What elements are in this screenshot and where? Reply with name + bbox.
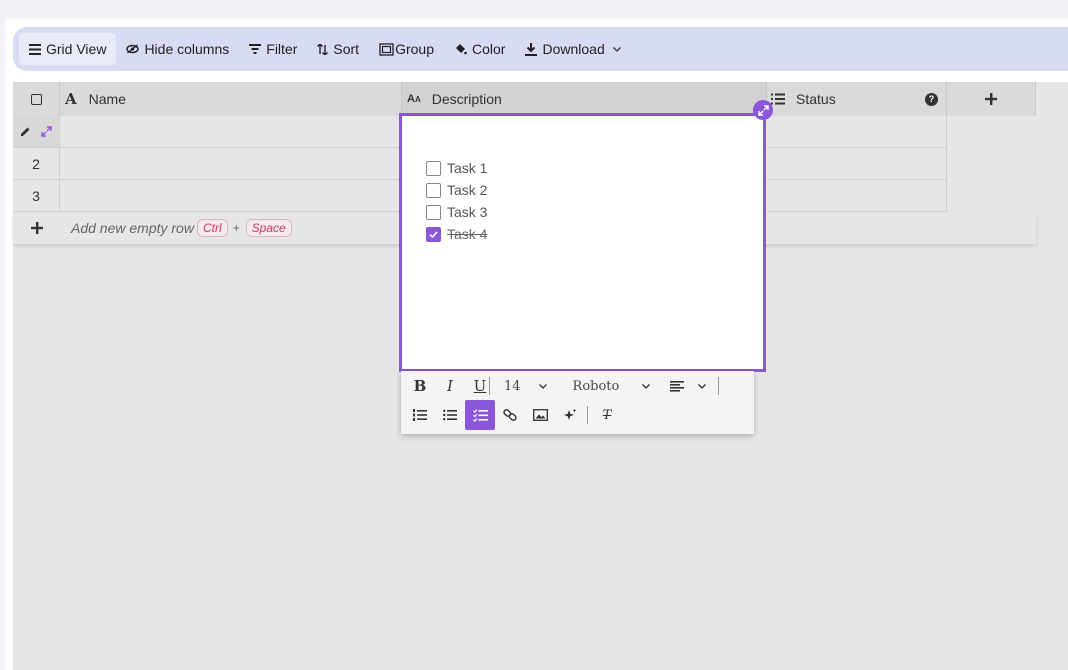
row-number: 3 — [32, 187, 40, 204]
description-editor[interactable] — [399, 113, 766, 372]
group-icon — [379, 42, 394, 56]
task-item[interactable]: Task 1 — [426, 160, 487, 176]
task-label: Task 2 — [447, 182, 488, 198]
task-label: Task 1 — [447, 160, 488, 176]
download-button[interactable]: Download — [515, 33, 630, 65]
ai-assist-button[interactable] — [555, 400, 585, 430]
insert-link-button[interactable] — [495, 400, 525, 430]
filter-button[interactable]: Filter — [239, 33, 307, 65]
chevron-down-icon — [698, 383, 707, 389]
shortcut-ctrl-key: Ctrl — [196, 219, 228, 237]
grid-view-label: Grid View — [46, 41, 107, 57]
row-2-status-cell[interactable] — [767, 148, 947, 180]
font-size-value: 14 — [504, 378, 521, 394]
filter-label: Filter — [266, 41, 298, 57]
row-3-number[interactable]: 3 — [13, 180, 60, 212]
checklist-icon — [472, 408, 488, 422]
color-label: Color — [472, 41, 506, 57]
row-number: 2 — [32, 155, 40, 172]
group-button[interactable]: Group — [369, 33, 444, 65]
image-icon — [532, 409, 548, 421]
plus-icon — [985, 93, 997, 105]
select-all-header — [13, 82, 60, 116]
chevron-down-icon[interactable] — [612, 46, 621, 52]
add-row-plus-icon[interactable] — [13, 222, 60, 234]
select-all-checkbox[interactable] — [30, 93, 42, 105]
column-status-label: Status — [796, 91, 836, 107]
row-3-status-cell[interactable] — [767, 180, 947, 212]
row-1-status-cell[interactable] — [767, 116, 947, 148]
color-button[interactable]: Color — [444, 33, 515, 65]
task-label: Task 3 — [447, 204, 488, 220]
task-item[interactable]: Task 2 — [426, 182, 487, 198]
font-family-select[interactable]: Roboto — [573, 379, 651, 394]
grid-view-button[interactable]: Grid View — [19, 33, 117, 65]
task-checkbox[interactable] — [426, 204, 441, 220]
text-type-icon: A — [65, 90, 77, 108]
column-name-label: Name — [88, 91, 126, 107]
task-checkbox-checked[interactable] — [426, 226, 441, 242]
toolbar-divider — [587, 406, 588, 424]
row-3-name-cell[interactable] — [60, 180, 402, 212]
row-1-name-cell[interactable] — [60, 116, 402, 148]
clear-format-button[interactable]: T — [592, 400, 622, 430]
task-item[interactable]: Task 4 — [426, 226, 487, 242]
hide-columns-label: Hide columns — [144, 41, 230, 57]
add-column-button[interactable] — [947, 82, 1036, 116]
italic-button[interactable]: I — [435, 371, 465, 401]
sort-button[interactable]: Sort — [307, 33, 369, 65]
shortcut-space-key: Space — [245, 219, 292, 237]
task-list-button[interactable] — [465, 400, 495, 430]
sparkle-icon — [564, 408, 577, 420]
sort-label: Sort — [333, 41, 360, 57]
column-description-label: Description — [431, 91, 502, 107]
row-2-name-cell[interactable] — [60, 148, 402, 180]
task-checkbox[interactable] — [426, 182, 441, 198]
task-label: Task 4 — [447, 226, 488, 242]
column-header-name[interactable]: A Name — [60, 82, 402, 116]
expand-row-icon[interactable] — [41, 126, 52, 137]
list-icon — [771, 93, 785, 105]
ordered-list-icon — [413, 409, 427, 421]
paint-bucket-icon — [456, 44, 467, 55]
bold-button[interactable]: B — [405, 371, 435, 401]
column-header-description[interactable]: AA Description — [402, 82, 767, 116]
align-left-icon — [670, 380, 685, 392]
align-select[interactable] — [670, 380, 707, 392]
font-size-select[interactable]: 14 — [504, 379, 547, 394]
row-2-number[interactable]: 2 — [13, 148, 60, 180]
check-icon — [429, 230, 438, 238]
add-row-label: Add new empty row — [71, 220, 194, 236]
link-icon — [503, 409, 517, 421]
chevron-down-icon — [538, 383, 547, 389]
bullet-list-button[interactable] — [435, 400, 465, 430]
insert-image-button[interactable] — [525, 400, 555, 430]
underline-button[interactable]: U — [465, 371, 495, 401]
download-label: Download — [542, 41, 605, 57]
ordered-list-button[interactable] — [405, 400, 435, 430]
toolbar-divider — [489, 377, 490, 395]
task-item[interactable]: Task 3 — [426, 204, 487, 220]
toolbar-divider — [718, 377, 720, 395]
expand-editor-icon[interactable] — [753, 100, 773, 120]
chevron-down-icon — [642, 383, 651, 389]
sort-icon — [317, 43, 329, 55]
task-checkbox[interactable] — [426, 160, 441, 176]
download-icon — [525, 42, 538, 56]
row-1-number[interactable] — [13, 116, 60, 148]
font-family-value: Roboto — [572, 378, 620, 394]
help-icon[interactable]: ? — [925, 92, 938, 106]
bullet-list-icon — [443, 409, 457, 421]
group-label: Group — [395, 41, 434, 57]
eye-off-icon — [126, 44, 140, 54]
shortcut-plus: + — [232, 221, 240, 235]
hide-columns-button[interactable]: Hide columns — [116, 33, 239, 65]
filter-icon — [249, 44, 262, 54]
long-text-icon: AA — [407, 93, 421, 105]
edit-pencil-icon[interactable] — [20, 126, 31, 137]
column-header-status[interactable]: Status ? — [767, 82, 947, 116]
menu-icon — [29, 43, 41, 55]
view-toolbar: Grid View Hide columns Filter Sort Group… — [13, 27, 1068, 71]
formatting-toolbar: B I U 14 Roboto T — [401, 371, 754, 434]
